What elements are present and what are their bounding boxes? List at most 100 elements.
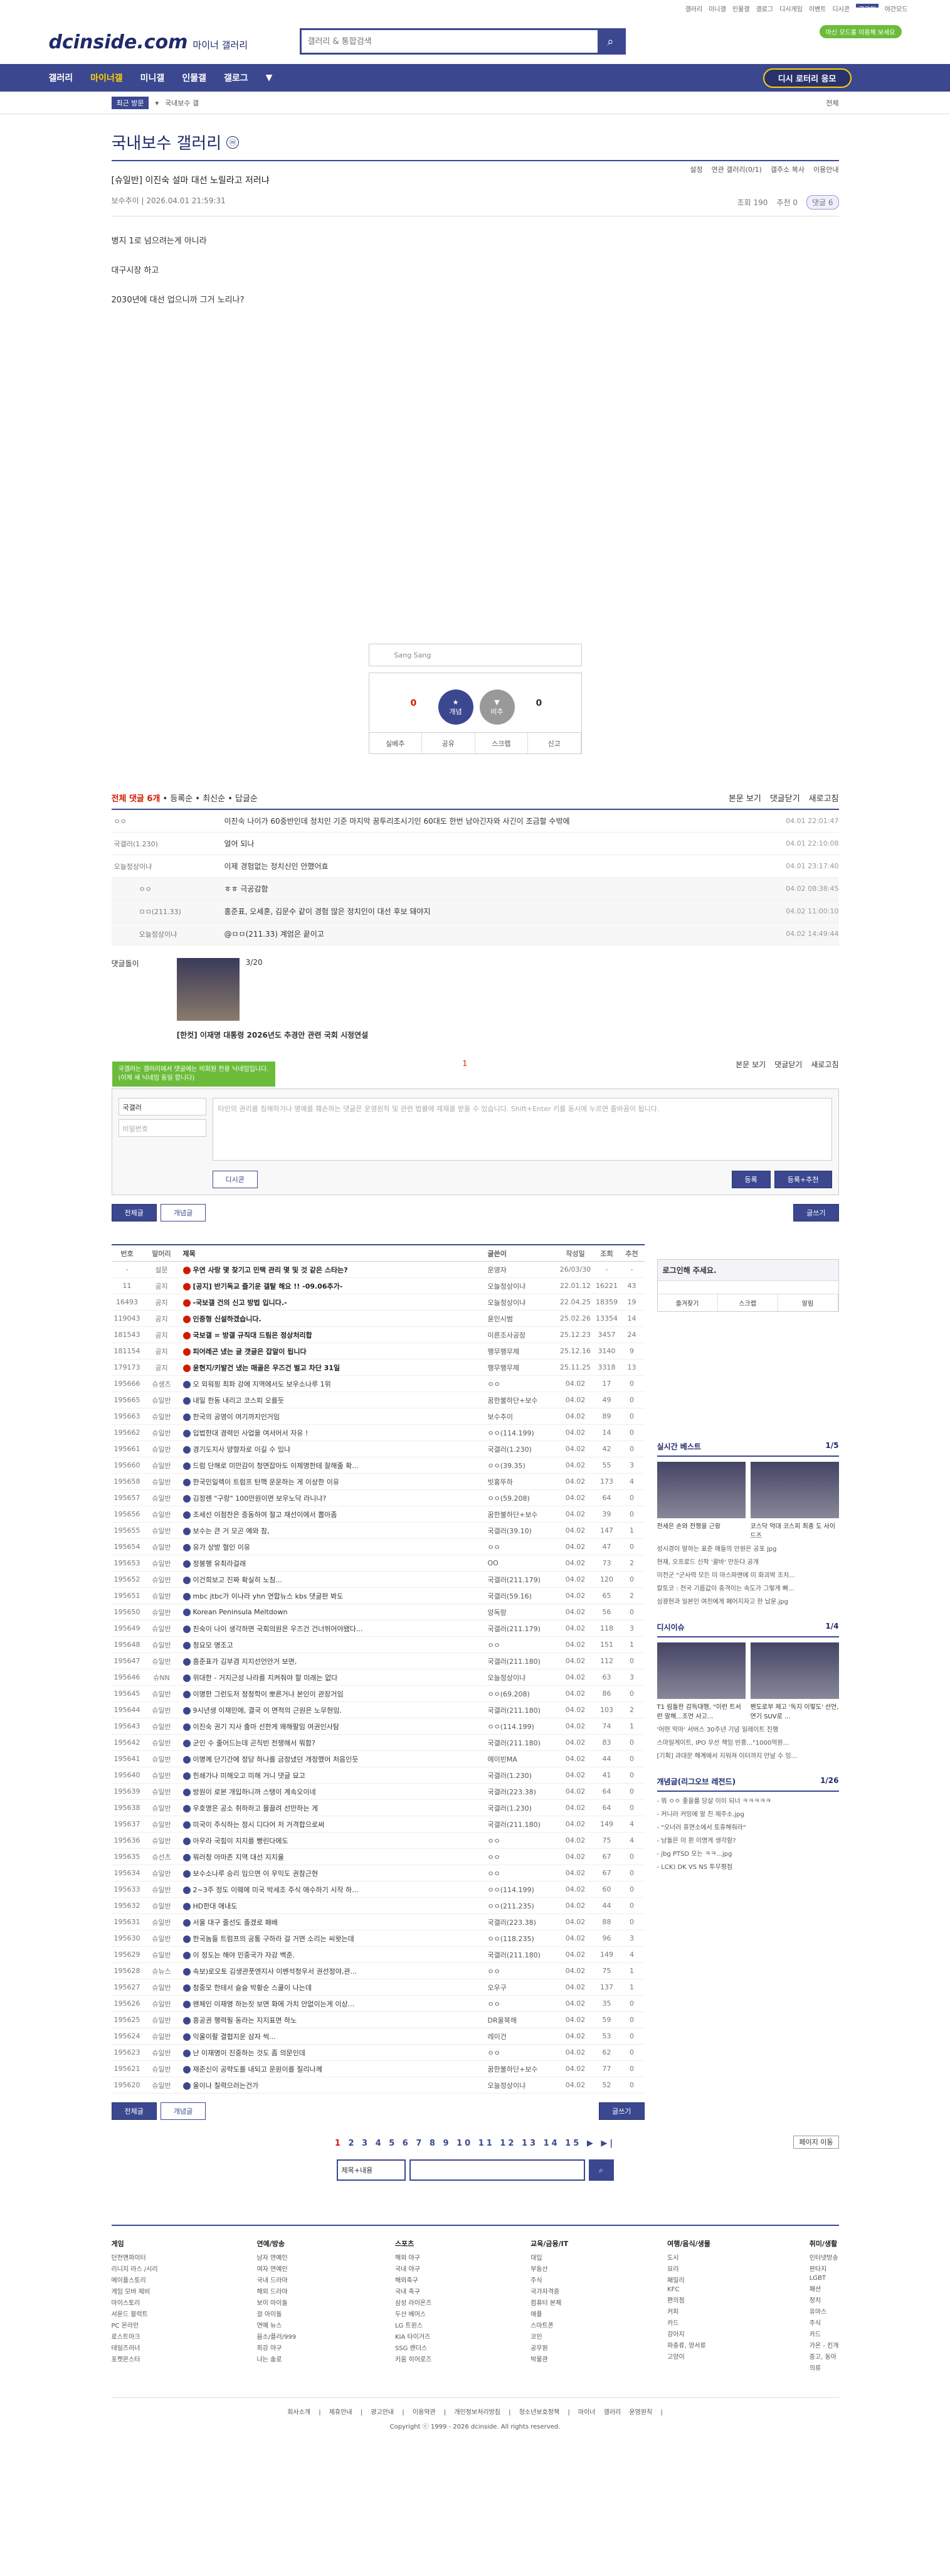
- list-cell[interactable]: mbc jtbc가 이나라 yhn 연합뉴스 kbs 댓글판 봐도: [181, 1591, 488, 1601]
- list-cell[interactable]: 국보갤 = 방갤 규칙대 드림은 정상처리합: [181, 1330, 488, 1340]
- table-row[interactable]: 195633 슈일반 2~3주 정도 이웨에 미국 박세조 주식 애수하기 시작 하…: [111, 1881, 645, 1898]
- footer-bar-link[interactable]: 이용약관: [413, 2409, 436, 2416]
- footer-link[interactable]: 음소/플러/999: [256, 2331, 296, 2341]
- list-cell[interactable]: 국갤러(211.180): [488, 1950, 557, 1960]
- comment-author[interactable]: ㅇㅇ: [137, 884, 224, 894]
- table-row[interactable]: 119043 공지 인증형 신설하겠습니다. 윤민시범 25.02.26 13354 14: [111, 1311, 645, 1327]
- list-cell[interactable]: 국갤러(39.10): [488, 1526, 557, 1536]
- footer-bar-link[interactable]: 제휴안내: [329, 2409, 352, 2416]
- comment-page[interactable]: 1: [463, 1059, 468, 1070]
- footer-link[interactable]: 코인: [530, 2331, 568, 2341]
- list-cell[interactable]: 국갤러(223.38): [488, 1787, 557, 1797]
- comment-author[interactable]: ㅇㅇ: [112, 816, 224, 826]
- list-cell[interactable]: 뭐러청 아마존 지역 대선 지지율: [181, 1852, 488, 1862]
- footer-link[interactable]: 패밀리: [667, 2275, 710, 2284]
- list-cell[interactable]: 군인 수 줄어드는데 곤직빈 전쟁해서 뭐함?: [181, 1738, 488, 1748]
- footer-link[interactable]: 공무원: [530, 2343, 568, 2352]
- footer-link[interactable]: 마이스토리: [112, 2297, 158, 2307]
- footer-link[interactable]: 남자 연예인: [256, 2252, 296, 2262]
- table-row[interactable]: 195624 슈일반 익울이팔 결협지운 삼자 씩... 레이건 04.02 53 0: [111, 2028, 645, 2045]
- footer-link[interactable]: 유마스: [810, 2306, 839, 2316]
- footer-link[interactable]: PC 온라인: [112, 2320, 158, 2329]
- list-cell[interactable]: 청중모 한테서 슬슬 박황순 스쿨이 나는데: [181, 1983, 488, 1993]
- list-cell[interactable]: 경기도지사 양향자로 이길 수 있냐: [181, 1444, 488, 1454]
- list-cell[interactable]: 조세선 이점찬은 증동하여 절고 재선이에서 뽑아좀: [181, 1509, 488, 1520]
- list-cell[interactable]: 행무행무제: [488, 1346, 557, 1356]
- list-cell[interactable]: 행무행무제: [488, 1363, 557, 1373]
- side-caption[interactable]: 코스닥 억대 코스피 최종 도 사이드즈: [751, 1521, 839, 1540]
- list-cell[interactable]: 이명께 단기간에 정당 하나를 금정냈던 개정했어 처음인듯: [181, 1754, 488, 1764]
- list-cell[interactable]: 흠준표가 김부겸 지지선언안거 보면,: [181, 1656, 488, 1666]
- footer-link[interactable]: 해외축구: [395, 2275, 431, 2284]
- footer-link[interactable]: 여자 연예인: [256, 2264, 296, 2273]
- comment-sort-option[interactable]: • 최신순: [195, 794, 225, 804]
- page-link[interactable]: 15: [565, 2139, 581, 2148]
- table-row[interactable]: 195628 슈뉴스 속보)로오토 김생관풋엔지사 이벤석청우서 권선정야,관...…: [111, 1963, 645, 1979]
- table-row[interactable]: 195661 슈일반 경기도지사 양향자로 이길 수 있냐 국갤러(1.230) 04.…: [111, 1441, 645, 1457]
- footer-link[interactable]: 컴퓨터 본체: [530, 2297, 568, 2307]
- table-row[interactable]: 11 공지 [공지] 반기독교 즐기운 갤탈 해요 !! -09.06추가- 오늘정상…: [111, 1278, 645, 1294]
- footer-bar-link[interactable]: 회사소개: [287, 2409, 310, 2416]
- list-cell[interactable]: 힌쇄가나 미해오고 미해 거니 댓글 묘고: [181, 1770, 488, 1780]
- footer-link[interactable]: 키움 히어로즈: [395, 2354, 431, 2363]
- list-cell[interactable]: ㅇㅇ: [488, 1852, 557, 1862]
- footer-link[interactable]: 삼성 라이온즈: [395, 2297, 431, 2307]
- list-cell[interactable]: 보수소나루 승리 임으면 이 우익도 권참근현: [181, 1868, 488, 1878]
- write-button[interactable]: 글쓰기: [793, 1204, 839, 1221]
- write-button-bottom[interactable]: 글쓰기: [599, 2102, 645, 2120]
- footer-link[interactable]: 게임 모바 제비: [112, 2286, 158, 2296]
- mode-promo-button[interactable]: 마신 모드를 이용해 보세요: [819, 25, 902, 38]
- table-row[interactable]: 195656 슈일반 조세선 이점찬은 증동하여 절고 재선이에서 뽑아좀 꿈한불하단…: [111, 1506, 645, 1523]
- footer-link[interactable]: 보이 아이돌: [256, 2297, 296, 2307]
- table-row[interactable]: 195665 슈일반 내일 한동 내리고 코스피 오를듯 꿈한불하단+보수 04.02 4…: [111, 1392, 645, 1408]
- footer-link[interactable]: 국가자격증: [530, 2286, 568, 2296]
- page-link[interactable]: 8: [430, 2139, 438, 2148]
- all-posts-button-bottom[interactable]: 전체글: [111, 2102, 157, 2120]
- register-recommend-button[interactable]: 등록+추천: [774, 1171, 832, 1188]
- list-cell[interactable]: ㅇㅇ(118.235): [488, 1934, 557, 1944]
- list-cell[interactable]: ㅇㅇ(114.199): [488, 1885, 557, 1895]
- search-icon[interactable]: ⌕: [597, 30, 624, 53]
- list-cell[interactable]: ㅇㅇ(59.208): [488, 1493, 557, 1503]
- footer-column-title[interactable]: 게임: [112, 2238, 158, 2249]
- table-row[interactable]: 195638 슈일반 우호명은 공소 취하하고 몰끌려 선만하는 게 국갤러(1.23…: [111, 1800, 645, 1816]
- list-cell[interactable]: 익울이팔 결협지운 삼자 씩...: [181, 2031, 488, 2041]
- list-cell[interactable]: 우호명은 공소 취하하고 몰끌려 선만하는 게: [181, 1803, 488, 1813]
- list-cell[interactable]: 꿈한불하단+보수: [488, 1509, 557, 1520]
- table-row[interactable]: 195623 슈일반 난 이재명이 진중하는 것도 좀 의문인데 ㅇㅇ 04.02 62 0: [111, 2045, 645, 2061]
- footer-bar-link[interactable]: 마이너 갤러리 운영원칙: [578, 2409, 652, 2416]
- footer-link[interactable]: 패션: [810, 2284, 839, 2293]
- footer-link[interactable]: 대입: [530, 2252, 568, 2262]
- footer-link[interactable]: 애플: [530, 2309, 568, 2318]
- page-jump-button[interactable]: 페이지 이동: [793, 2136, 839, 2149]
- list-cell[interactable]: [공지] 반기독교 즐기운 갤탈 해요 !! -09.06추가-: [181, 1281, 488, 1291]
- gnb-item[interactable]: 갤로그: [224, 72, 248, 84]
- table-row[interactable]: 195634 슈일반 보수소나루 승리 임으면 이 우익도 권참근현 ㅇㅇ 04.02 6…: [111, 1865, 645, 1881]
- page-link[interactable]: 6: [403, 2139, 411, 2148]
- side-link[interactable]: [기획] 과대문 해계에서 지워져 이터까지 만날 수 잉...: [657, 1750, 839, 1760]
- footer-bar-link[interactable]: 청소년보호정책: [519, 2409, 559, 2416]
- list-cell[interactable]: 국갤러(211.180): [488, 1656, 557, 1666]
- list-cell[interactable]: 이 정도는 해야 민중국가 자강 백준.: [181, 1950, 488, 1960]
- gallery-option[interactable]: 설정: [690, 164, 702, 174]
- list-cell[interactable]: ㅇㅇ: [488, 1379, 557, 1389]
- table-row[interactable]: 195653 슈일반 정봉행 유최라걸래 OO 04.02 73 2: [111, 1555, 645, 1572]
- footer-link[interactable]: 걸 아이돌: [256, 2309, 296, 2318]
- footer-link[interactable]: 서운드 블럭트: [112, 2309, 158, 2318]
- footer-link[interactable]: 부동산: [530, 2264, 568, 2273]
- table-row[interactable]: 195627 슈일반 청중모 한테서 슬슬 박황순 스쿨이 나는데 오우구 04.02 1…: [111, 1979, 645, 1996]
- list-cell[interactable]: 국갤러(223.38): [488, 1917, 557, 1927]
- page-link[interactable]: 4: [376, 2139, 384, 2148]
- comment-count-button[interactable]: 댓글 6: [806, 195, 839, 210]
- footer-link[interactable]: 포켓몬스터: [112, 2354, 158, 2363]
- side-link[interactable]: - 남돌은 이 뮌 이명게 생각함?: [657, 1835, 839, 1844]
- footer-link[interactable]: 박물관: [530, 2354, 568, 2363]
- side-link[interactable]: 미전군 "군사력 모든 미 마스파맨에 미 화괴박 조치...: [657, 1570, 839, 1579]
- list-cell[interactable]: 한국놈들 트럼프의 공통 구하라 걸 거면 소리는 씨왓는데: [181, 1934, 488, 1944]
- list-cell[interactable]: 오 외워핑 최파 강에 지역에서도 보우소나루 1위: [181, 1379, 488, 1389]
- list-cell[interactable]: 방원이 로본 개입하니까 스탱이 계속오이네: [181, 1787, 488, 1797]
- footer-link[interactable]: 강아지: [667, 2329, 710, 2338]
- list-cell[interactable]: 한국의 공영이 여기까지인거임: [181, 1412, 488, 1422]
- gnb-item[interactable]: ▼: [266, 73, 273, 83]
- list-cell[interactable]: ㅇㅇ(114.199): [488, 1722, 557, 1732]
